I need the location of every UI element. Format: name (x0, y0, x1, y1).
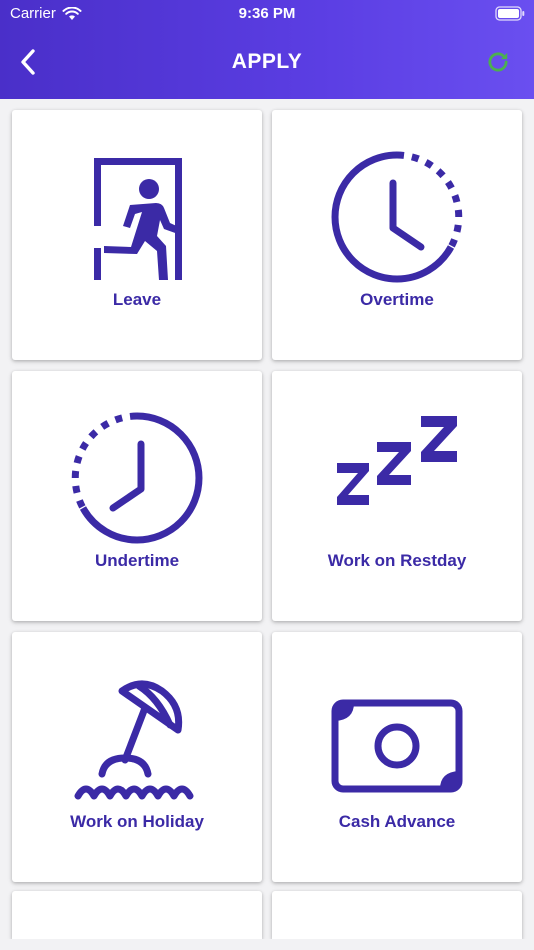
cash-advance-card[interactable]: Cash Advance (272, 632, 522, 882)
battery-icon (495, 6, 525, 21)
leave-label: Leave (112, 290, 162, 309)
cash-advance-label: Cash Advance (338, 812, 456, 831)
money-bill-icon (331, 699, 463, 793)
header: Carrier 9:36 PM APPLY (0, 0, 534, 99)
exit-door-icon (94, 158, 182, 280)
status-time: 9:36 PM (238, 5, 296, 22)
work-on-holiday-label: Work on Holiday (70, 812, 204, 831)
navbar: APPLY (0, 28, 534, 98)
partial-card-left[interactable] (12, 891, 262, 939)
apply-options-grid: Leave Overtime Undertime Work on Restday… (12, 110, 522, 882)
status-bar: Carrier 9:36 PM (0, 0, 534, 28)
page-title: APPLY (231, 50, 303, 73)
overtime-card[interactable]: Overtime (272, 110, 522, 360)
work-on-restday-label: Work on Restday (327, 551, 467, 570)
refresh-icon (488, 52, 508, 72)
beach-umbrella-icon (74, 680, 194, 800)
clock-undertime-icon (71, 412, 203, 544)
bottom-area (0, 939, 534, 950)
refresh-button[interactable] (482, 46, 514, 78)
overtime-label: Overtime (360, 290, 434, 309)
undertime-label: Undertime (94, 551, 180, 570)
sleep-zzz-icon (337, 416, 457, 505)
more-options-row (12, 891, 522, 939)
leave-card[interactable]: Leave (12, 110, 262, 360)
partial-card-right[interactable] (272, 891, 522, 939)
work-on-restday-card[interactable]: Work on Restday (272, 371, 522, 621)
clock-overtime-icon (331, 151, 463, 283)
work-on-holiday-card[interactable]: Work on Holiday (12, 632, 262, 882)
undertime-card[interactable]: Undertime (12, 371, 262, 621)
